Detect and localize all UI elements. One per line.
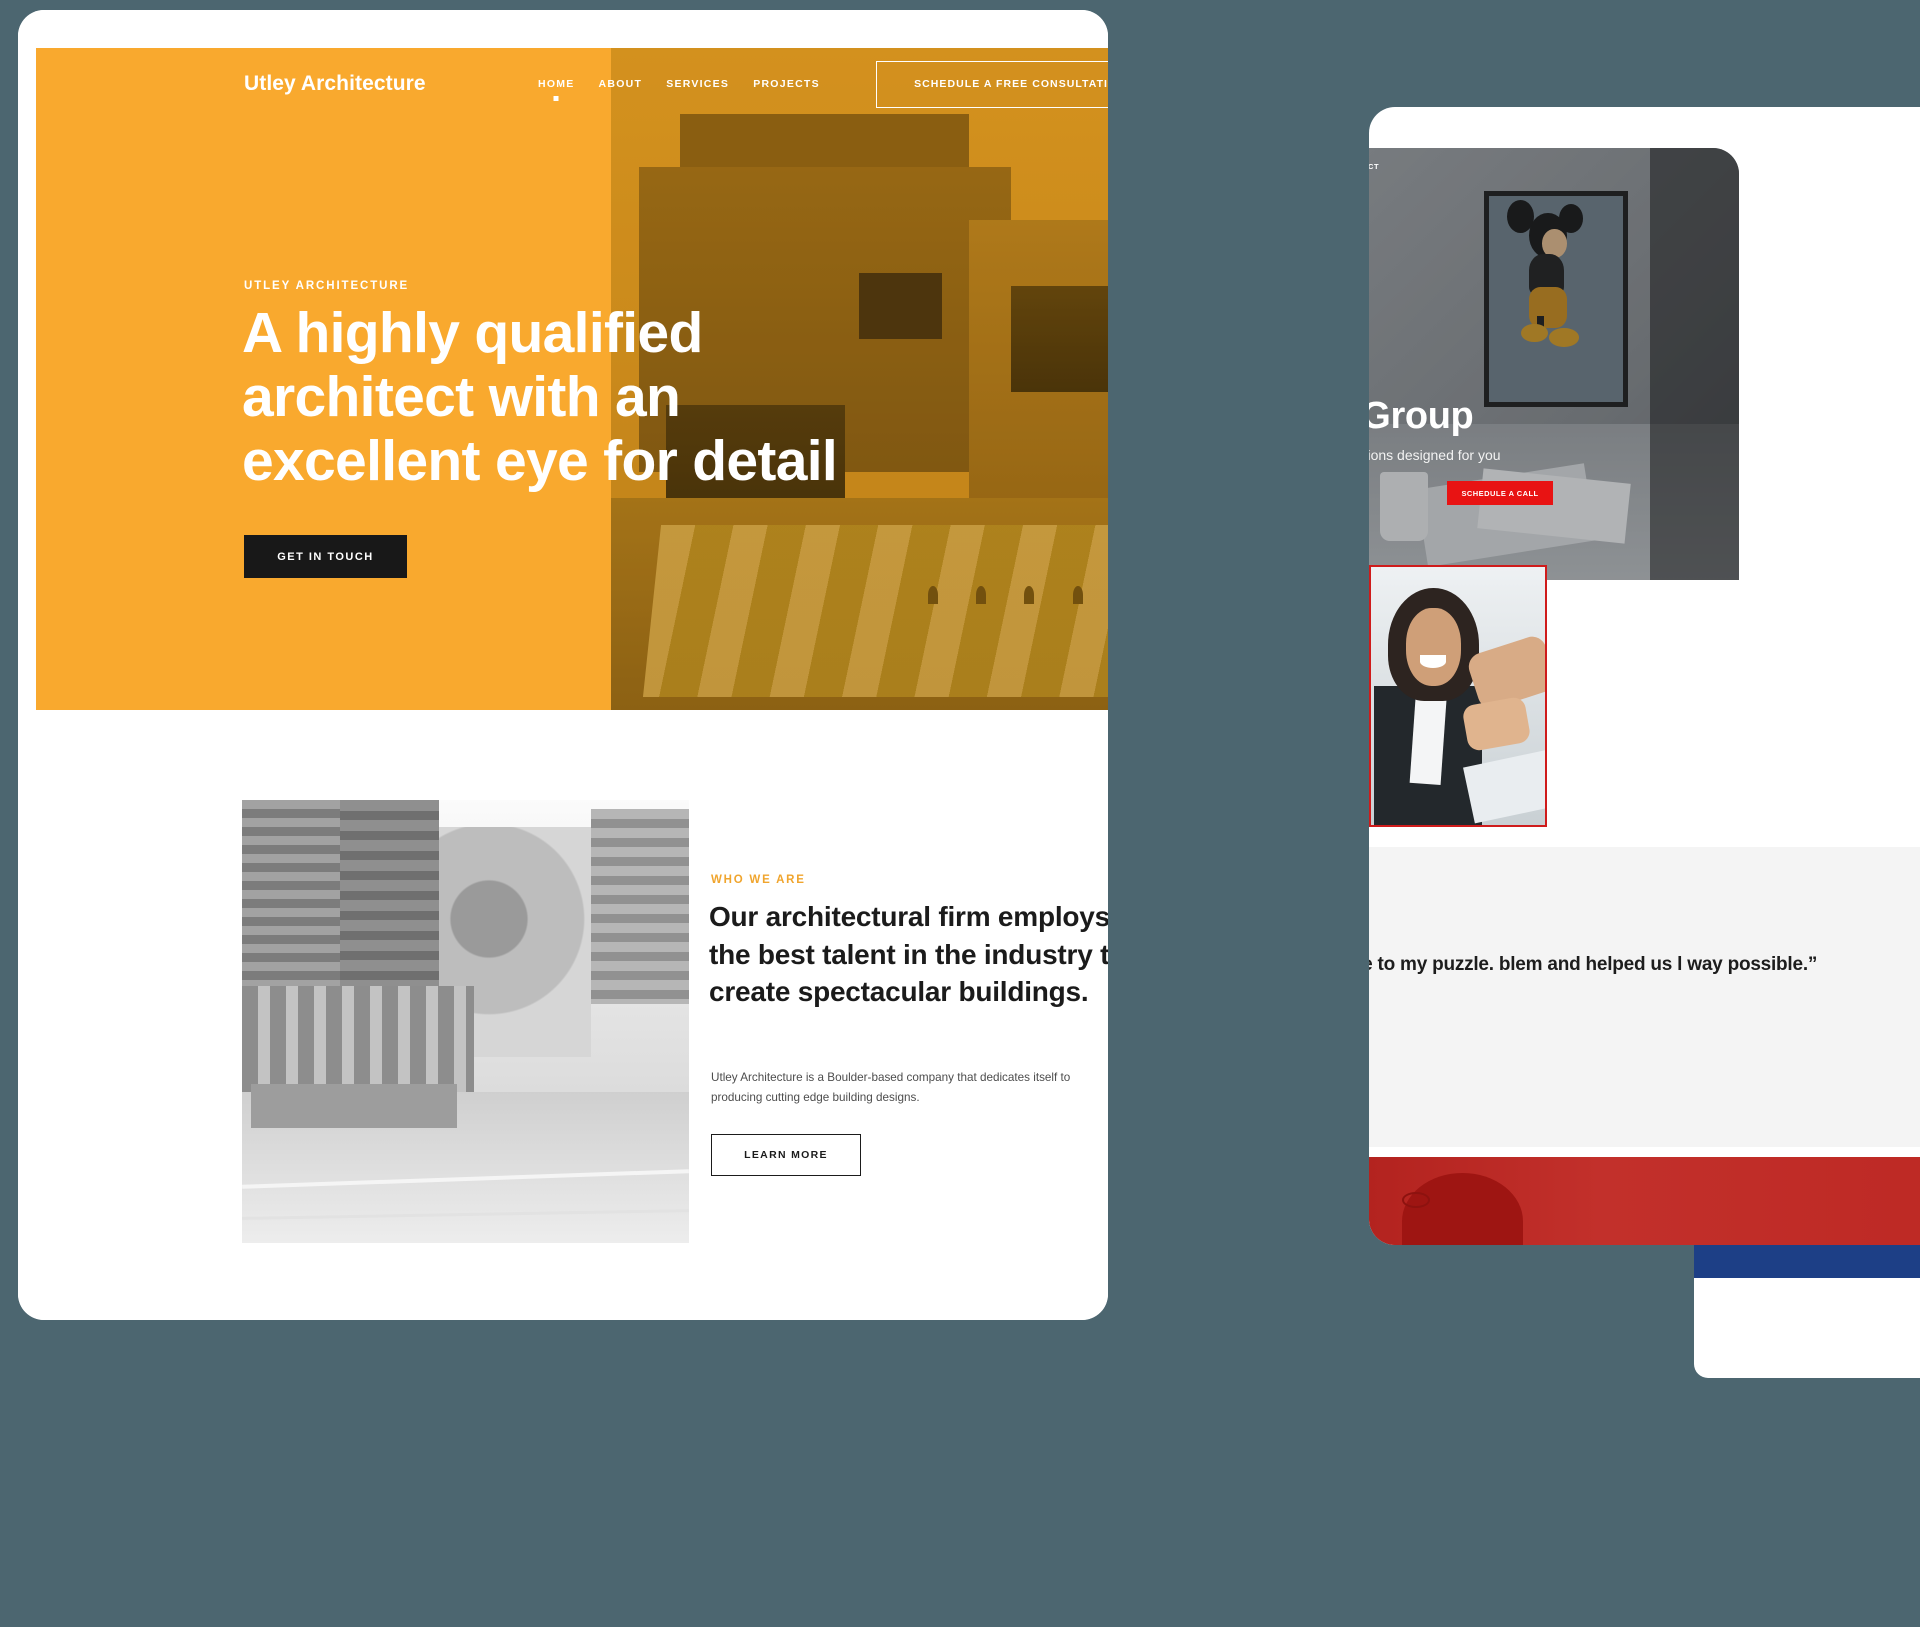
hero-title: A highly qualified architect with an exc… xyxy=(242,301,838,493)
consulting-testimonial-text: piece to my puzzle. blem and helped us l… xyxy=(1369,954,1818,975)
who-we-are-photo xyxy=(242,800,689,1243)
street-bushes xyxy=(250,1083,457,1128)
learn-more-button[interactable]: LEARN MORE xyxy=(711,1134,861,1176)
woman-face xyxy=(1405,608,1462,686)
hero-eyebrow: UTLEY ARCHITECTURE xyxy=(244,280,410,292)
screenshot-canvas: AGE ne with sier by finding the best mor… xyxy=(0,0,1920,1627)
get-in-touch-button[interactable]: GET IN TOUCH xyxy=(244,535,407,578)
nav-contact-link[interactable]: CT xyxy=(1369,162,1379,171)
red-photo-glasses-icon xyxy=(1402,1192,1430,1209)
hero-overlay xyxy=(1369,148,1739,580)
nav-item-services[interactable]: SERVICES xyxy=(666,78,729,90)
handshake-photo xyxy=(1369,565,1547,827)
nav-item-projects[interactable]: PROJECTS xyxy=(753,78,820,90)
who-we-are-paragraph: Utley Architecture is a Boulder-based co… xyxy=(711,1071,1071,1105)
nav-item-home[interactable]: HOME xyxy=(538,78,575,90)
who-we-are-title: Our architectural firm employs the best … xyxy=(709,901,1108,1008)
schedule-a-call-button[interactable]: SCHEDULE A CALL xyxy=(1447,481,1553,505)
consulting-hero-photo xyxy=(1369,148,1739,580)
mockup-main-utley-architecture: Utley Architecture HOME ABOUT SERVICES P… xyxy=(18,10,1108,1320)
consulting-testimonial-section: piece to my puzzle. blem and helped us l… xyxy=(1369,847,1920,1147)
nav-item-about[interactable]: ABOUT xyxy=(599,78,643,90)
main-navbar: Utley Architecture HOME ABOUT SERVICES P… xyxy=(36,48,1108,120)
mockup-mid-consulting-site: CT BOOK A DISCOVERY CALL ting Group s so… xyxy=(1369,107,1920,1245)
who-we-are-eyebrow: WHO WE ARE xyxy=(711,874,806,886)
nav-links: HOME ABOUT SERVICES PROJECTS xyxy=(538,78,820,90)
woman-smile xyxy=(1419,654,1446,668)
consulting-title: ting Group xyxy=(1369,395,1474,437)
brand-logo[interactable]: Utley Architecture xyxy=(244,72,426,96)
street-tower-right xyxy=(590,808,689,1004)
consulting-red-photo xyxy=(1369,1157,1920,1245)
schedule-consultation-button[interactable]: SCHEDULE A FREE CONSULTATION xyxy=(876,60,1108,108)
consulting-subtitle: s solutions designed for you xyxy=(1369,447,1501,463)
